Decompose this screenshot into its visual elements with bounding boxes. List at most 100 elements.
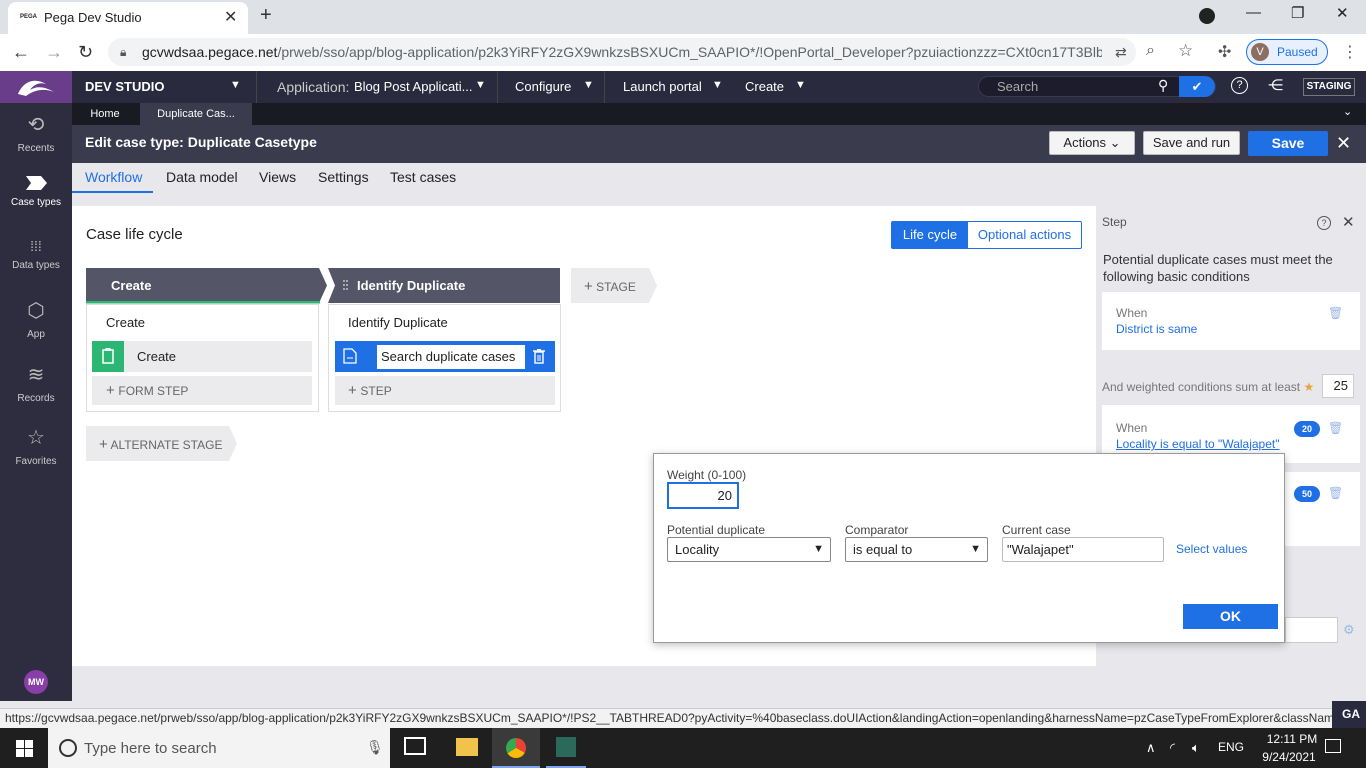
process-name[interactable]: Identify Duplicate xyxy=(348,315,448,330)
task-view-icon[interactable] xyxy=(404,737,426,755)
chrome-taskbar-button[interactable] xyxy=(492,728,540,768)
close-tab-icon[interactable]: ✕ xyxy=(224,7,237,27)
file-explorer-icon[interactable] xyxy=(456,738,478,756)
launch-portal-menu[interactable]: Launch portal xyxy=(623,79,702,94)
browser-menu-icon[interactable]: ⋮ xyxy=(1342,42,1358,62)
nav-item-records[interactable]: ≋ Records xyxy=(0,362,72,404)
nav-item-case-types[interactable]: Case types xyxy=(0,175,72,208)
help-icon[interactable]: ? xyxy=(1231,77,1248,94)
chevron-down-icon[interactable]: ⌄ xyxy=(1343,105,1352,118)
trash-icon[interactable]: 🗑︎ xyxy=(1328,486,1343,500)
close-icon[interactable]: ✕ xyxy=(1342,213,1355,231)
notifications-icon[interactable] xyxy=(1325,739,1341,753)
add-form-step[interactable]: + FORM STEP xyxy=(92,376,312,405)
search-placeholder: Search xyxy=(997,79,1039,94)
help-icon[interactable]: ? xyxy=(1317,216,1331,230)
tab-data-model[interactable]: Data model xyxy=(166,169,238,185)
chevron-down-icon[interactable]: ▼ xyxy=(475,79,486,91)
tab-settings[interactable]: Settings xyxy=(318,169,369,185)
zoom-icon[interactable]: ⌕ xyxy=(1146,42,1155,60)
toggle-lifecycle[interactable]: Life cycle xyxy=(892,222,968,248)
select-values-link[interactable]: Select values xyxy=(1176,542,1247,556)
windows-start-icon[interactable] xyxy=(16,740,33,757)
profile-dropdown-icon[interactable] xyxy=(1199,8,1215,24)
weighted-condition-link[interactable]: Locality is equal to "Walajapet" xyxy=(1116,437,1280,451)
records-stack-icon: ≋ xyxy=(27,364,45,386)
browser-tab-title: Pega Dev Studio xyxy=(44,10,142,25)
minimize-icon[interactable]: — xyxy=(1246,4,1261,21)
nav-label: Favorites xyxy=(15,456,57,467)
nav-item-favorites[interactable]: ☆ Favorites xyxy=(0,425,72,467)
reload-icon[interactable]: ↻ xyxy=(78,42,93,63)
save-and-run-button[interactable]: Save and run xyxy=(1143,131,1240,155)
new-tab-icon[interactable]: + xyxy=(260,4,272,27)
work-tabs-bar xyxy=(72,103,1366,125)
tab-workflow[interactable]: Workflow xyxy=(85,169,142,185)
user-avatar[interactable]: MW xyxy=(24,670,48,694)
work-tab-home[interactable]: Home xyxy=(74,103,136,125)
app-taskbar-button[interactable] xyxy=(546,728,586,768)
pega-logo[interactable] xyxy=(0,71,72,103)
trash-icon[interactable]: 🗑︎ xyxy=(1328,421,1343,435)
microphone-icon[interactable]: 🎙︎ xyxy=(366,739,384,756)
url-omnibox[interactable]: 🔒︎ gcvwdsaa.pegace.net/prweb/sso/app/blo… xyxy=(108,38,1136,66)
browser-tab[interactable]: PEGA Pega Dev Studio ✕ xyxy=(8,2,248,34)
add-form-step-label: FORM STEP xyxy=(118,384,189,398)
volume-icon[interactable]: 🔈︎ xyxy=(1192,740,1200,756)
create-menu[interactable]: Create xyxy=(745,79,784,94)
nav-item-recents[interactable]: ⟲ Recents xyxy=(0,112,72,154)
profile-paused-button[interactable]: V Paused xyxy=(1246,39,1328,65)
configure-menu[interactable]: Configure xyxy=(515,79,571,94)
bookmark-star-icon[interactable]: ☆ xyxy=(1178,41,1193,61)
add-step[interactable]: + STEP xyxy=(335,376,555,405)
close-window-icon[interactable]: ✕ xyxy=(1336,4,1349,22)
language-indicator[interactable]: ENG xyxy=(1218,740,1244,754)
gear-icon[interactable]: ⚙ xyxy=(1343,622,1355,638)
basic-condition-link[interactable]: District is same xyxy=(1116,322,1197,336)
search-icon[interactable]: ⚲ xyxy=(1158,77,1168,94)
forward-icon[interactable]: → xyxy=(45,42,63,63)
network-icon[interactable]: ◜ xyxy=(1170,740,1175,756)
application-selector[interactable]: Blog Post Applicati... xyxy=(354,79,473,94)
trash-icon[interactable] xyxy=(532,348,546,364)
checkmark-icon[interactable]: ✔ xyxy=(1179,76,1215,97)
work-tab-duplicate[interactable]: Duplicate Cas... xyxy=(140,103,252,125)
weighted-threshold-input[interactable]: 25 xyxy=(1322,374,1354,398)
basic-condition-card xyxy=(1102,292,1360,350)
nav-item-app[interactable]: ⬡ App xyxy=(0,298,72,340)
back-icon[interactable]: ← xyxy=(12,42,30,63)
comparator-select[interactable]: is equal to ▼ xyxy=(845,537,988,562)
tab-views[interactable]: Views xyxy=(259,169,296,185)
nav-item-data-types[interactable]: ⁞⁞⁞ Data types xyxy=(0,238,72,271)
clock-time[interactable]: 12:11 PM xyxy=(1262,732,1322,746)
text-area-fragment[interactable] xyxy=(1285,617,1338,643)
taskbar-search-input[interactable]: Type here to search 🎙︎ xyxy=(48,728,390,768)
clock-date[interactable]: 9/24/2021 xyxy=(1254,750,1324,764)
process-name[interactable]: Create xyxy=(106,315,145,330)
trash-icon[interactable]: 🗑︎ xyxy=(1328,306,1343,320)
save-button[interactable]: Save xyxy=(1248,131,1328,156)
header-search-input[interactable]: Search ⚲ ✔ xyxy=(978,76,1216,97)
actions-button[interactable]: Actions ⌄ xyxy=(1049,131,1135,155)
step-create[interactable]: Create xyxy=(124,341,312,372)
translate-icon[interactable]: ⇄ xyxy=(1115,44,1127,61)
potential-duplicate-select[interactable]: Locality ▼ xyxy=(667,537,831,562)
ok-button[interactable]: OK xyxy=(1183,604,1278,629)
studio-switcher[interactable]: DEV STUDIO xyxy=(85,79,164,94)
extensions-puzzle-icon[interactable]: ✣ xyxy=(1218,42,1231,62)
chevron-down-icon[interactable]: ▼ xyxy=(712,79,723,91)
share-tree-icon[interactable]: ⋲ xyxy=(1268,76,1283,94)
weight-input[interactable]: 20 xyxy=(667,482,739,509)
tab-test-cases[interactable]: Test cases xyxy=(390,169,456,185)
maximize-icon[interactable]: ❐ xyxy=(1291,4,1304,22)
tray-chevron-icon[interactable]: ∧ xyxy=(1146,740,1156,756)
toggle-optional-actions[interactable]: Optional actions xyxy=(968,222,1081,248)
chevron-down-icon[interactable]: ▼ xyxy=(795,79,806,91)
add-alternate-label: + ALTERNATE STAGE xyxy=(99,436,222,453)
current-case-input[interactable]: "Walajapet" xyxy=(1002,537,1164,562)
close-icon[interactable]: ✕ xyxy=(1336,133,1351,154)
weight-badge: 50 xyxy=(1294,486,1320,502)
chevron-down-icon[interactable]: ▼ xyxy=(230,79,241,91)
chevron-down-icon[interactable]: ▼ xyxy=(583,79,594,91)
step-name-input[interactable]: Search duplicate cases xyxy=(376,344,526,370)
